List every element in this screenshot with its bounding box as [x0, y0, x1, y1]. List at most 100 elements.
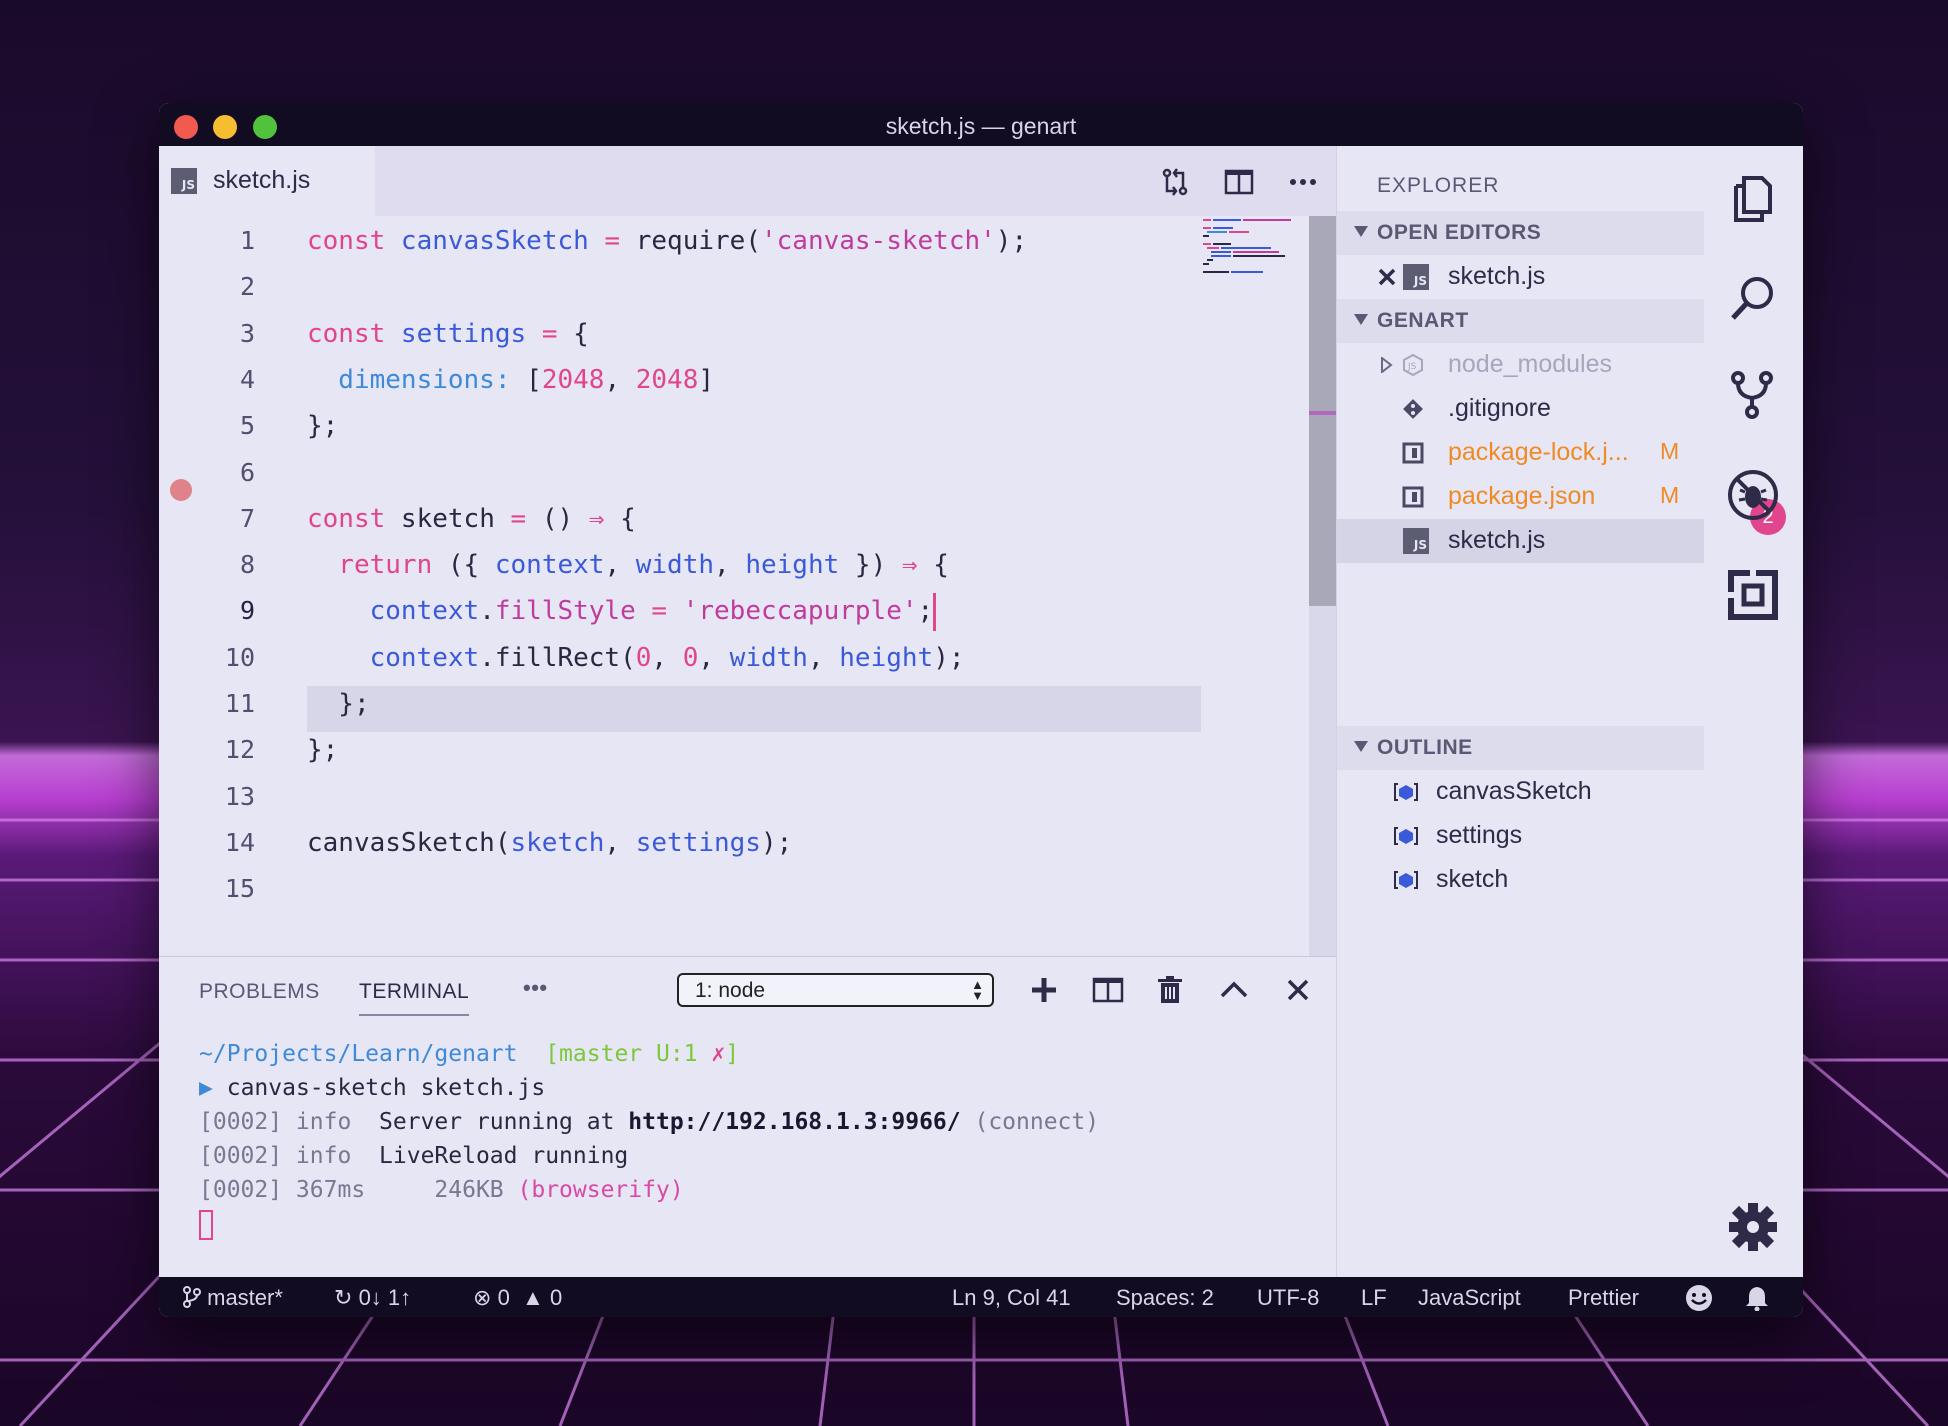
- debug-icon[interactable]: [1726, 468, 1780, 522]
- bundle-size: 246KB: [365, 1177, 504, 1203]
- code-token: }): [839, 550, 902, 581]
- line-number[interactable]: 5: [159, 403, 255, 449]
- code-line[interactable]: };: [307, 681, 369, 727]
- code-token: fillStyle: [494, 596, 636, 627]
- line-number[interactable]: 15: [159, 866, 255, 912]
- code-line[interactable]: const sketch = () ⇒ {: [307, 496, 636, 542]
- tree-item-package-lock[interactable]: package-lock.j... M: [1337, 431, 1705, 475]
- line-number[interactable]: 1: [159, 218, 255, 264]
- code-line[interactable]: context.fillStyle = 'rebeccapurple';: [307, 588, 937, 634]
- code-token: =: [635, 596, 668, 627]
- code-token: context: [307, 596, 480, 627]
- line-number[interactable]: 2: [159, 264, 255, 310]
- warning-count: 0: [549, 1285, 563, 1310]
- extensions-icon[interactable]: [1726, 568, 1780, 622]
- split-editor-icon[interactable]: [1223, 166, 1255, 198]
- line-number[interactable]: 3: [159, 311, 255, 357]
- line-number[interactable]: 8: [159, 542, 255, 588]
- line-number[interactable]: 11: [159, 681, 255, 727]
- feedback-smiley-icon[interactable]: [1685, 1284, 1713, 1312]
- close-panel-icon[interactable]: [1281, 973, 1315, 1007]
- close-icon[interactable]: [1378, 268, 1396, 286]
- line-number[interactable]: 6: [159, 450, 255, 496]
- editor-scrollbar[interactable]: [1309, 216, 1336, 956]
- error-count: 0: [497, 1285, 510, 1310]
- outline-item[interactable]: settings: [1337, 814, 1705, 858]
- minimap[interactable]: [1201, 216, 1295, 286]
- terminal-git-status: [master U:1: [545, 1041, 712, 1067]
- outline-item[interactable]: sketch: [1337, 858, 1705, 902]
- code-token: 'canvas-sketch': [760, 226, 996, 256]
- split-terminal-icon[interactable]: [1091, 973, 1125, 1007]
- language-mode[interactable]: JavaScript: [1418, 1285, 1521, 1311]
- terminal-select[interactable]: 1: node ▲ ▼: [677, 973, 994, 1007]
- panel-more-button[interactable]: •••: [523, 975, 548, 1001]
- cursor-position[interactable]: Ln 9, Col 41: [952, 1285, 1071, 1311]
- title-bar: sketch.js — genart: [159, 103, 1803, 146]
- outline-item[interactable]: canvasSketch: [1337, 770, 1705, 814]
- server-url-link[interactable]: http://192.168.1.3:9966/: [628, 1109, 960, 1135]
- line-number[interactable]: 12: [159, 727, 255, 773]
- tree-item-gitignore[interactable]: .gitignore: [1337, 387, 1705, 431]
- tab-sketch-js[interactable]: JS sketch.js: [159, 146, 375, 216]
- tree-item-node-modules[interactable]: JS node_modules: [1337, 343, 1705, 387]
- source-control-icon[interactable]: [1726, 368, 1780, 422]
- encoding-status[interactable]: UTF-8: [1257, 1285, 1319, 1311]
- indentation-status[interactable]: Spaces: 2: [1116, 1285, 1214, 1311]
- code-token: return: [307, 550, 433, 581]
- code-token: ;: [917, 596, 934, 627]
- new-terminal-icon[interactable]: [1027, 973, 1061, 1007]
- code-line[interactable]: const settings = {: [307, 311, 589, 357]
- trash-icon[interactable]: [1153, 973, 1187, 1007]
- notifications-bell-icon[interactable]: [1745, 1285, 1769, 1311]
- line-number[interactable]: 14: [159, 820, 255, 866]
- formatter-status[interactable]: Prettier: [1568, 1285, 1639, 1311]
- line-number[interactable]: 13: [159, 774, 255, 820]
- eol-status[interactable]: LF: [1361, 1285, 1387, 1311]
- code-line[interactable]: return ({ context, width, height }) ⇒ {: [307, 542, 949, 588]
- code-line[interactable]: context.fillRect(0, 0, width, height);: [307, 635, 965, 681]
- code-token: height: [745, 550, 840, 581]
- code-token: require(: [620, 226, 761, 256]
- code-token: width: [635, 550, 715, 581]
- code-line[interactable]: };: [307, 727, 338, 773]
- line-number[interactable]: 7: [159, 496, 255, 542]
- code-line[interactable]: };: [307, 403, 338, 449]
- code-token: ,: [698, 642, 730, 673]
- code-editor[interactable]: 1 2 3 4 5 6 7 8 9 10 11 12 13 14 15 const canvasSketch…: [159, 216, 1336, 956]
- terminal-prompt-icon: ▶: [199, 1075, 213, 1101]
- code-token: height: [839, 642, 934, 673]
- terminal-git-end: ]: [725, 1041, 740, 1067]
- bottom-panel: PROBLEMS TERMINAL ••• 1: node ▲ ▼ ~/Proje…: [159, 956, 1336, 1278]
- section-outline[interactable]: OUTLINE: [1337, 726, 1705, 770]
- tab-problems[interactable]: PROBLEMS: [199, 980, 320, 1004]
- search-icon[interactable]: [1726, 272, 1780, 326]
- open-editor-item[interactable]: JS sketch.js: [1337, 255, 1705, 299]
- maximize-panel-chevron-up-icon[interactable]: [1217, 973, 1251, 1007]
- problems-status[interactable]: ⊗ 0 ▲ 0: [473, 1285, 562, 1311]
- code-token: ⇒: [588, 503, 605, 534]
- chevron-down-icon: [1354, 314, 1368, 325]
- code-line[interactable]: const canvasSketch = require('canvas-ske…: [307, 218, 1027, 264]
- line-number[interactable]: 9: [159, 588, 255, 634]
- settings-gear-icon[interactable]: [1726, 1200, 1780, 1254]
- line-number[interactable]: 4: [159, 357, 255, 403]
- section-open-editors[interactable]: OPEN EDITORS: [1337, 211, 1705, 255]
- tab-terminal[interactable]: TERMINAL: [359, 980, 470, 1016]
- terminal-output[interactable]: ~/Projects/Learn/genart [master U:1 ✗] ▶…: [199, 1037, 1099, 1241]
- section-label: OUTLINE: [1377, 736, 1473, 759]
- sync-icon: ↻: [334, 1285, 353, 1310]
- json-file-icon: [1402, 442, 1424, 464]
- tree-item-package-json[interactable]: package.json M: [1337, 475, 1705, 519]
- code-line[interactable]: canvasSketch(sketch, settings);: [307, 820, 792, 866]
- files-explorer-icon[interactable]: [1726, 172, 1780, 226]
- code-line[interactable]: dimensions: [2048, 2048]: [307, 357, 714, 403]
- branch-status[interactable]: master*: [183, 1285, 283, 1311]
- code-token: };: [307, 411, 339, 442]
- sync-status[interactable]: ↻ 0↓ 1↑: [334, 1285, 411, 1311]
- more-actions-icon[interactable]: [1287, 166, 1319, 198]
- tree-item-sketch-js[interactable]: JS sketch.js: [1337, 519, 1705, 563]
- line-number[interactable]: 10: [159, 635, 255, 681]
- git-compare-icon[interactable]: [1159, 166, 1191, 198]
- section-genart[interactable]: GENART: [1337, 299, 1705, 343]
